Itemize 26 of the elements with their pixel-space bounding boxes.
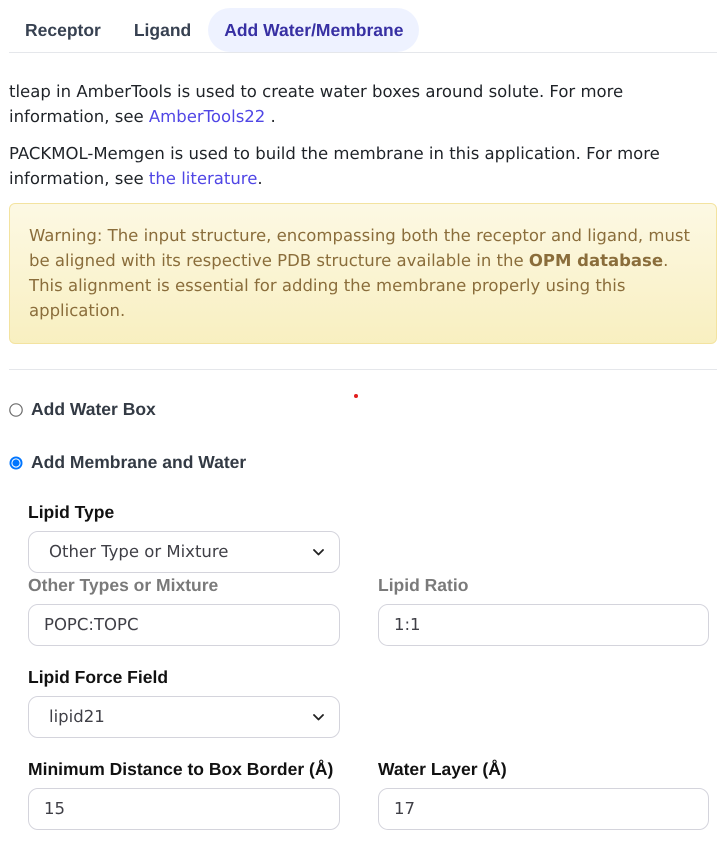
radio-button[interactable] xyxy=(9,402,23,416)
radio-button[interactable] xyxy=(9,456,23,470)
text-link[interactable]: AmberTools22 xyxy=(148,107,266,126)
field-label: Other Types or Mixture xyxy=(28,574,218,597)
text-input[interactable]: POPC:TOPC xyxy=(28,604,340,646)
dropdown-select[interactable]: Other Type or Mixture xyxy=(28,531,340,573)
intro-paragraph: tleap in AmberTools is used to create water boxes around solute. For more information, see AmberTools22 . xyxy=(9,81,624,128)
text-link[interactable]: the literature xyxy=(148,169,258,188)
text-input[interactable]: 1:1 xyxy=(378,604,709,646)
field-label: Water Layer (Å) xyxy=(378,758,507,781)
text-input[interactable]: 17 xyxy=(378,788,709,830)
field-label: Lipid Type xyxy=(28,501,114,524)
field-label: Lipid Ratio xyxy=(378,574,468,597)
field-label: Minimum Distance to Box Border (Å) xyxy=(28,758,334,781)
text-input[interactable]: 15 xyxy=(28,788,340,830)
tab[interactable]: Add Water/Membrane xyxy=(208,8,420,52)
chevron-down-icon xyxy=(313,548,324,556)
warning-text: Warning: The input structure, encompassing both the receptor and ligand, must be aligned with its respective PDB structure available in the OPM database. This alignment is essential for adding the membrane properly using this application. xyxy=(29,225,691,322)
tab[interactable]: Receptor xyxy=(9,8,117,52)
intro-paragraph: PACKMOL-Memgen is used to build the membrane in this application. For more information, see the literature. xyxy=(9,143,661,190)
radio-label[interactable]: Add Water Box xyxy=(31,397,156,422)
dropdown-select[interactable]: lipid21 xyxy=(28,696,340,738)
radio-label[interactable]: Add Membrane and Water xyxy=(31,450,246,475)
field-label: Lipid Force Field xyxy=(28,666,168,689)
chevron-down-icon xyxy=(313,714,324,720)
tab[interactable]: Ligand xyxy=(118,8,208,52)
